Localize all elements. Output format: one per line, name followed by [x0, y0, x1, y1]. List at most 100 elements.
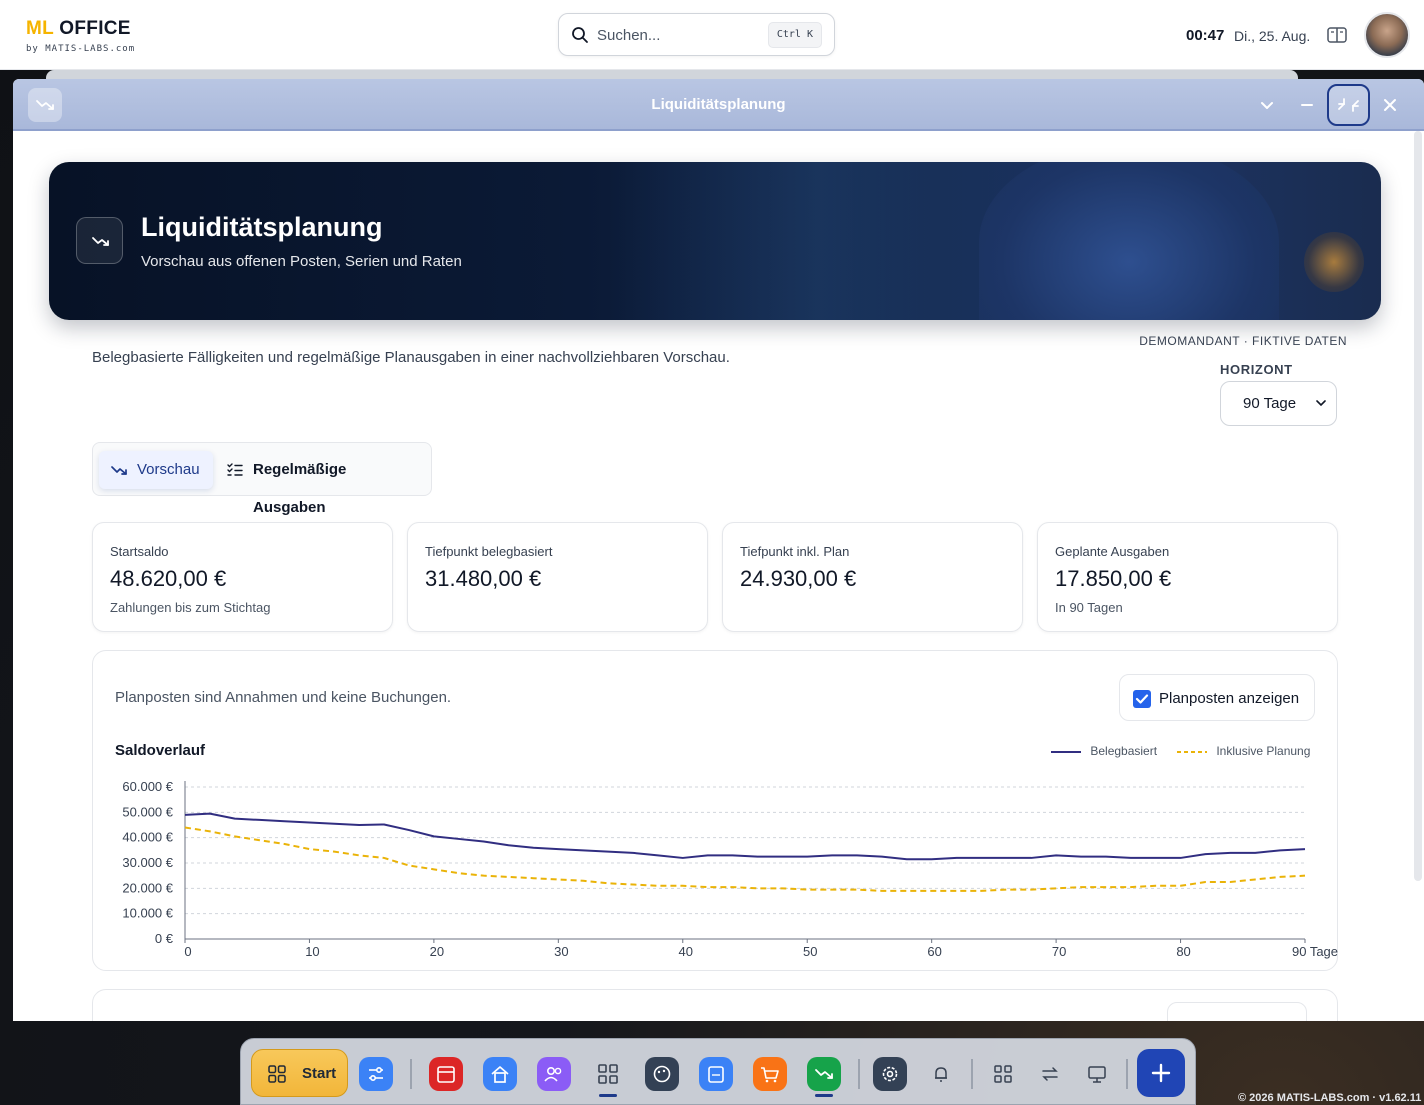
- stat-label: Tiefpunkt belegbasiert: [425, 544, 553, 559]
- document-icon: [708, 1066, 724, 1083]
- user-avatar[interactable]: [1364, 12, 1410, 58]
- dock-app-shop[interactable]: [753, 1057, 787, 1091]
- close-icon[interactable]: [1378, 93, 1402, 117]
- shrink-icon: [1338, 98, 1359, 112]
- x-tick-label: 60: [927, 944, 941, 959]
- dock-app-liquidity[interactable]: [807, 1057, 841, 1091]
- desktop-icon[interactable]: [1087, 1064, 1107, 1084]
- x-tick-label: 10: [305, 944, 319, 959]
- gear-icon: [882, 1066, 898, 1082]
- home-icon: [491, 1066, 509, 1083]
- legend-label: Belegbasiert: [1090, 744, 1158, 758]
- stat-value: 24.930,00 €: [740, 566, 857, 591]
- dock-app-home[interactable]: [483, 1057, 517, 1091]
- legend-label: Inklusive Planung: [1216, 744, 1311, 758]
- logo-ml: ML: [26, 18, 54, 39]
- chart-title: Saldoverlauf: [115, 742, 206, 759]
- stat-note: In 90 Tagen: [1055, 600, 1123, 615]
- tab-regelmaessige-ausgaben-label: Regelmäßige Ausgaben: [253, 461, 347, 516]
- legend-item-belegbasiert: Belegbasiert: [1051, 744, 1157, 758]
- stat-card-tiefpunkt-belegbasiert: Tiefpunkt belegbasiert 31.480,00 €: [407, 522, 708, 632]
- window-scrollbar[interactable]: [1414, 131, 1422, 881]
- restore-window-button[interactable]: [1327, 84, 1370, 126]
- grid-icon: [268, 1065, 286, 1083]
- stat-value: 48.620,00 €: [110, 566, 227, 591]
- palette-icon: [653, 1065, 671, 1083]
- dock-app-settings-flow[interactable]: [359, 1057, 393, 1091]
- y-tick-label: 60.000 €: [122, 779, 173, 794]
- dock-separator: [1126, 1059, 1128, 1089]
- search-icon: [572, 27, 588, 43]
- plus-icon: [1151, 1063, 1171, 1083]
- dock-app-settings[interactable]: [873, 1057, 907, 1091]
- clock-time: 00:47: [1186, 27, 1225, 44]
- series-line-belegbasiert: [184, 812, 1306, 861]
- stat-card-geplante-ausgaben: Geplante Ausgaben 17.850,00 € In 90 Tage…: [1037, 522, 1338, 632]
- intro-text: Belegbasierte Fälligkeiten und regelmäßi…: [92, 349, 730, 366]
- dock-separator: [858, 1059, 860, 1089]
- hero-subtitle: Vorschau aus offenen Posten, Serien und …: [141, 253, 462, 270]
- switch-arrows-icon[interactable]: [1040, 1064, 1060, 1084]
- dock-app-theme[interactable]: [645, 1057, 679, 1091]
- x-tick-label: 80: [1176, 944, 1190, 959]
- horizon-selected-value: 90 Tage: [1243, 395, 1297, 412]
- users-icon: [544, 1067, 562, 1082]
- plan-items-checkbox[interactable]: [1133, 690, 1151, 708]
- horizon-label: HORIZONT: [1220, 362, 1293, 377]
- stat-label: Geplante Ausgaben: [1055, 544, 1170, 559]
- balance-chart-panel: Planposten sind Annahmen und keine Buchu…: [92, 650, 1338, 971]
- dock-active-indicator: [815, 1094, 833, 1097]
- cart-icon: [761, 1067, 779, 1083]
- search-shortcut-hint: Ctrl K: [767, 22, 822, 48]
- checklist-icon: [227, 463, 243, 476]
- next-section-button[interactable]: [1167, 1002, 1307, 1021]
- stat-note: Zahlungen bis zum Stichtag: [110, 600, 271, 615]
- stat-label: Tiefpunkt inkl. Plan: [740, 544, 850, 559]
- stat-card-tiefpunkt-inkl-plan: Tiefpunkt inkl. Plan 24.930,00 €: [722, 522, 1023, 632]
- y-tick-label: 40.000 €: [122, 830, 173, 845]
- x-tick-label: 70: [1052, 944, 1066, 959]
- window-title: Liquiditätsplanung: [651, 96, 786, 113]
- horizon-select[interactable]: 90 Tage: [1220, 381, 1337, 426]
- legend-item-inklusive-planung: Inklusive Planung: [1177, 744, 1310, 758]
- show-plan-items-toggle[interactable]: Planposten anzeigen: [1119, 674, 1315, 721]
- side-panel-icon[interactable]: [1327, 26, 1347, 44]
- chevron-down-icon[interactable]: [1255, 93, 1279, 117]
- hero-title: Liquiditätsplanung: [141, 212, 383, 242]
- legend-swatch-solid: [1051, 750, 1081, 753]
- calendar-icon: [437, 1066, 455, 1083]
- logo-subtitle: by MATIS-LABS.com: [26, 44, 136, 54]
- start-label: Start: [302, 1065, 337, 1082]
- sliders-icon: [369, 1067, 383, 1081]
- dock-app-calendar[interactable]: [429, 1057, 463, 1091]
- app-logo[interactable]: ML OFFICE by MATIS-LABS.com: [26, 18, 135, 54]
- apps-grid-icon[interactable]: [598, 1064, 618, 1084]
- tab-regelmaessige-ausgaben[interactable]: Regelmäßige Ausgaben: [221, 451, 421, 516]
- start-button[interactable]: Start: [251, 1049, 348, 1097]
- x-tick-label: 50: [803, 944, 817, 959]
- logo-wordmark: ML OFFICE: [26, 18, 135, 40]
- hero-banner: Liquiditätsplanung Vorschau aus offenen …: [49, 162, 1381, 320]
- trend-down-icon: [815, 1069, 833, 1079]
- y-tick-label: 50.000 €: [122, 804, 173, 819]
- tab-vorschau[interactable]: Vorschau: [99, 451, 213, 489]
- y-tick-label: 10.000 €: [122, 906, 173, 921]
- bell-icon[interactable]: [931, 1064, 951, 1084]
- minimize-icon[interactable]: [1295, 93, 1319, 117]
- window-titlebar[interactable]: Liquiditätsplanung: [13, 79, 1424, 131]
- trend-down-icon: [92, 237, 109, 246]
- widgets-icon[interactable]: [993, 1064, 1013, 1084]
- global-search[interactable]: Ctrl K: [558, 13, 835, 56]
- demo-tenant-badge: DEMOMANDANT · FIKTIVE DATEN: [1139, 334, 1347, 348]
- stat-value: 17.850,00 €: [1055, 566, 1172, 591]
- dock-app-documents[interactable]: [699, 1057, 733, 1091]
- window-content: Liquiditätsplanung Vorschau aus offenen …: [13, 131, 1413, 1021]
- stat-label: Startsaldo: [110, 544, 169, 559]
- chevron-down-icon: [1316, 400, 1326, 407]
- search-input[interactable]: [597, 25, 767, 45]
- stat-card-startsaldo: Startsaldo 48.620,00 € Zahlungen bis zum…: [92, 522, 393, 632]
- add-button[interactable]: [1137, 1049, 1185, 1097]
- checkmark-icon: [1135, 694, 1149, 704]
- liquidity-window: Liquiditätsplanung Liquiditätsplanung Vo…: [13, 79, 1424, 1021]
- dock-app-contacts[interactable]: [537, 1057, 571, 1091]
